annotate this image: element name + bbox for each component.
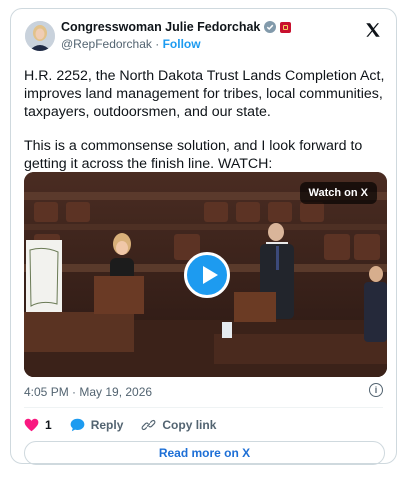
- reply-bubble-icon: [70, 418, 85, 432]
- copy-link-button[interactable]: Copy link: [141, 418, 216, 432]
- tweet-paragraph-1: H.R. 2252, the North Dakota Trust Lands …: [24, 68, 385, 120]
- divider: [24, 407, 383, 408]
- tweet-paragraph-2: This is a commonsense solution, and I lo…: [24, 138, 363, 172]
- read-more-button[interactable]: Read more on X: [24, 441, 385, 465]
- verified-badge-icon: [264, 21, 277, 33]
- tweet-text: H.R. 2252, the North Dakota Trust Lands …: [24, 67, 390, 189]
- copy-link-label: Copy link: [162, 418, 217, 432]
- play-icon[interactable]: [184, 252, 230, 298]
- follow-button[interactable]: Follow: [163, 37, 201, 51]
- watch-on-x-button[interactable]: Watch on X: [299, 182, 377, 204]
- action-bar: 1 Reply Copy link: [24, 418, 234, 432]
- flag-icon: [280, 21, 292, 33]
- heart-icon: [24, 418, 39, 432]
- reply-button[interactable]: Reply: [70, 418, 124, 432]
- x-logo-icon[interactable]: [364, 21, 382, 39]
- author-handle[interactable]: @RepFedorchak: [61, 37, 152, 51]
- avatar[interactable]: [25, 21, 55, 51]
- reply-label: Reply: [90, 418, 124, 432]
- video-media[interactable]: Watch on X: [24, 172, 387, 377]
- author-name-row[interactable]: Congresswoman Julie Fedorchak: [61, 20, 292, 34]
- like-button[interactable]: 1: [24, 418, 52, 432]
- handle-row: @RepFedorchak · Follow: [61, 37, 201, 51]
- tweet-card: Congresswoman Julie Fedorchak @RepFedorc…: [10, 8, 397, 465]
- separator: ·: [155, 37, 160, 51]
- author-name[interactable]: Congresswoman Julie Fedorchak: [61, 20, 260, 34]
- timestamp[interactable]: 4:05 PM · May 19, 2026: [24, 385, 152, 399]
- info-icon[interactable]: i: [369, 383, 383, 397]
- like-count: 1: [45, 418, 52, 432]
- link-icon: [141, 419, 156, 431]
